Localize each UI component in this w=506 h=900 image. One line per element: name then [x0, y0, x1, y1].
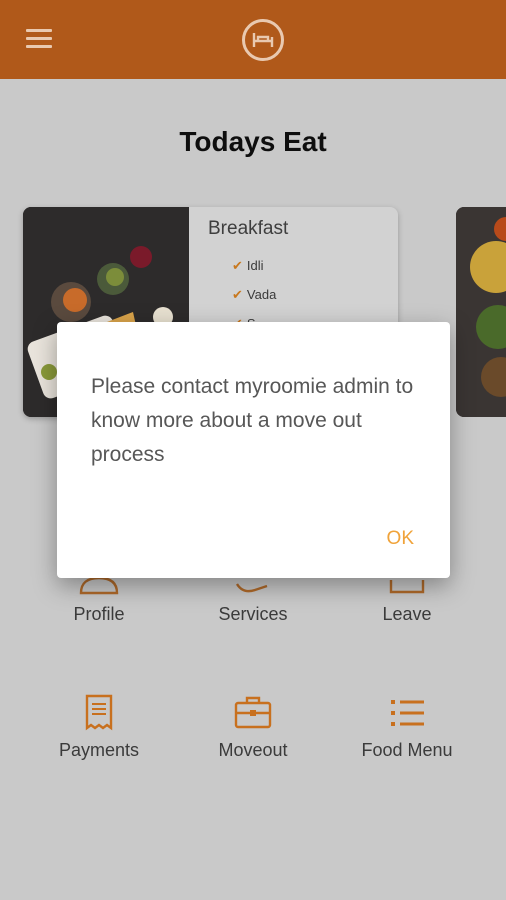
meal-card-next[interactable] [456, 207, 506, 417]
receipt-icon [85, 694, 113, 731]
tile-label: Moveout [218, 740, 288, 760]
tile-label: Payments [58, 740, 140, 760]
moveout-info-dialog: Please contact myroomie admin to know mo… [57, 322, 450, 578]
tile-payments[interactable]: Payments [29, 694, 169, 761]
food-photo-next [456, 207, 506, 417]
list-item: ✔ Idli [232, 258, 264, 273]
app-header [0, 0, 506, 79]
list-item: ✔ Vada [232, 287, 277, 302]
briefcase-icon [234, 696, 272, 729]
bed-logo-icon [242, 19, 284, 61]
dialog-message: Please contact myroomie admin to know mo… [91, 375, 414, 466]
hamburger-icon[interactable] [26, 29, 54, 49]
list-icon [391, 700, 424, 726]
page-title: Todays Eat [179, 126, 327, 157]
check-icon: ✔ [232, 287, 243, 302]
check-icon: ✔ [232, 258, 243, 273]
tile-label: Profile [73, 604, 125, 624]
ok-button[interactable]: OK [387, 528, 414, 550]
tile-food-menu[interactable]: Food Menu [337, 694, 477, 761]
tile-label: Leave [382, 604, 432, 624]
meal-card-title: Breakfast [208, 218, 289, 239]
tile-moveout[interactable]: Moveout [183, 694, 323, 761]
tile-label: Food Menu [361, 740, 453, 760]
tile-label: Services [218, 604, 288, 624]
